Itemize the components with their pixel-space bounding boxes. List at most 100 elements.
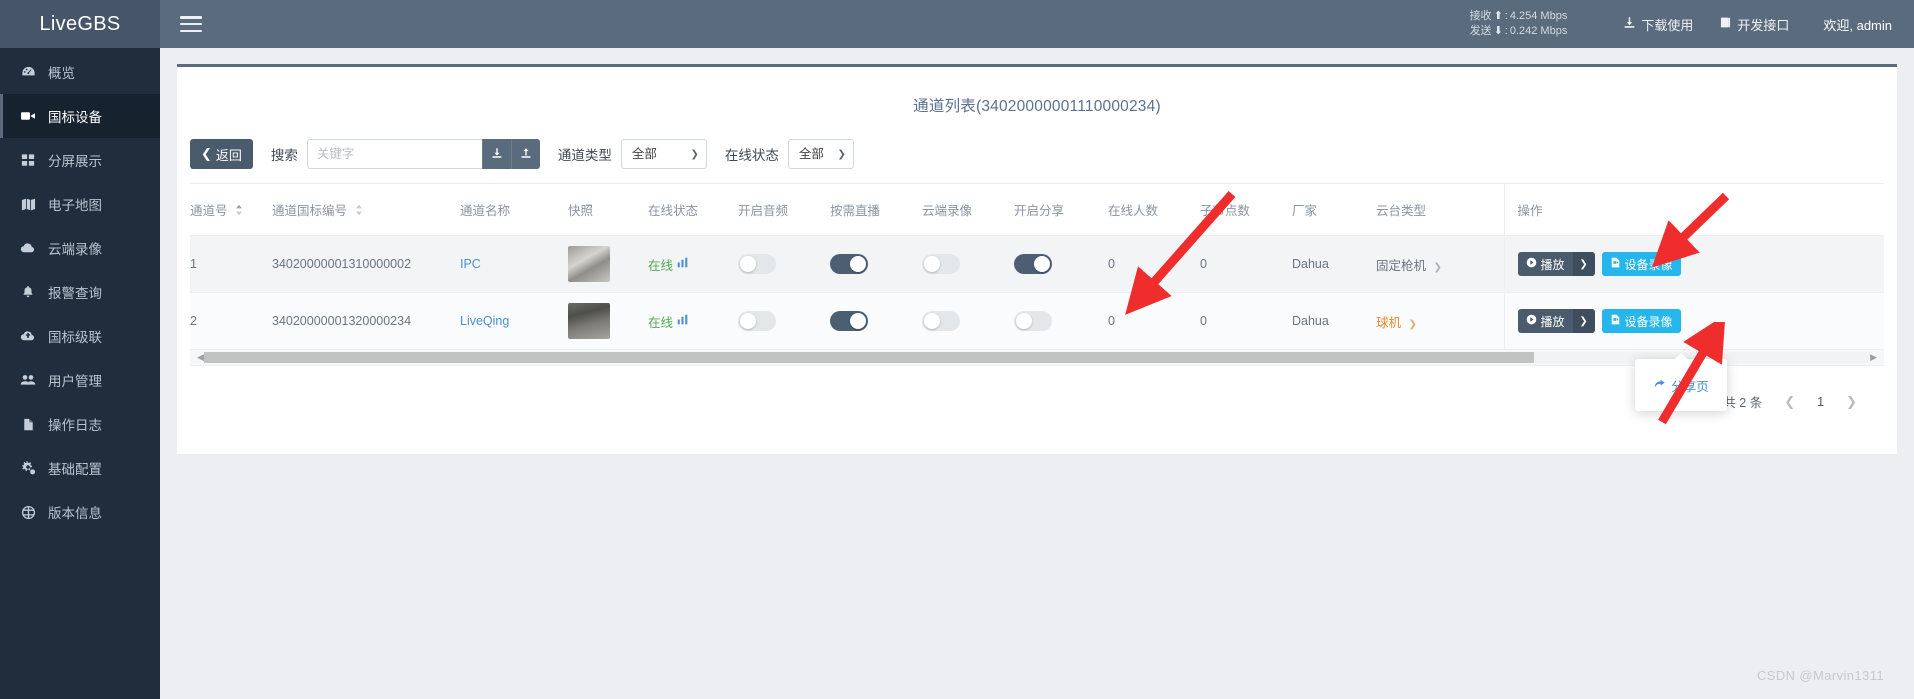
audio-toggle[interactable] — [738, 311, 776, 332]
sort-icon[interactable] — [355, 204, 363, 219]
snapshot-thumbnail[interactable] — [568, 246, 610, 283]
ptz-type-label: 球机 — [1376, 315, 1402, 330]
col-gb-id[interactable]: 通道国标编号 — [272, 184, 460, 237]
book-icon — [1719, 16, 1732, 32]
snapshot-thumbnail[interactable] — [568, 303, 610, 340]
cell-child-count: 0 — [1200, 235, 1292, 294]
hamburger-icon[interactable] — [180, 16, 202, 32]
col-audio: 开启音频 — [738, 184, 830, 237]
search-group — [306, 139, 540, 169]
table-row[interactable]: 1 34020000001310000002 IPC 在线 0 0 Dahua … — [190, 235, 1885, 294]
channel-type-select-wrap: 全部 ❯ — [620, 139, 707, 169]
table-row[interactable]: 2 34020000001320000234 LiveQing 在线 0 0 D… — [190, 292, 1885, 351]
sidebar-item-cloud-record[interactable]: 云端录像 — [0, 226, 160, 270]
scroll-left-icon[interactable]: ◀ — [197, 352, 204, 363]
device-record-button[interactable]: 设备录像 — [1601, 309, 1681, 334]
cloud-record-toggle[interactable] — [922, 311, 960, 332]
cell-on-demand-toggle — [830, 292, 922, 351]
sidebar-item-gb-cascade[interactable]: 国标级联 — [0, 314, 160, 358]
sidebar-item-split-screen[interactable]: 分屏展示 — [0, 138, 160, 182]
cell-audio-toggle — [738, 235, 830, 294]
sidebar-item-label: 操作日志 — [48, 418, 102, 433]
channel-name-link[interactable]: LiveQing — [460, 314, 509, 328]
audio-toggle[interactable] — [738, 254, 776, 275]
page-title: 通道列表(34020000001110000234) — [913, 98, 1161, 115]
cell-snapshot[interactable] — [568, 235, 648, 294]
status-label: 在线 — [648, 258, 674, 273]
cell-channel-no: 1 — [190, 235, 272, 294]
ptz-type-select[interactable]: 球机 ❯ — [1376, 316, 1417, 330]
download-usage-link[interactable]: 下载使用 — [1623, 15, 1693, 34]
bar-chart-icon[interactable] — [677, 257, 688, 271]
sidebar-item-user-management[interactable]: 用户管理 — [0, 358, 160, 402]
cell-snapshot[interactable] — [568, 292, 648, 351]
online-state-select-wrap: 全部 ❯ — [787, 139, 854, 169]
api-doc-link[interactable]: 开发接口 — [1719, 15, 1789, 34]
cloud-record-toggle[interactable] — [922, 254, 960, 275]
online-state-select[interactable]: 全部 — [787, 139, 854, 169]
send-separator: : — [1504, 25, 1508, 37]
chevron-right-icon[interactable]: ❯ — [1846, 394, 1857, 410]
menu-item-share-page[interactable]: 分享页 — [1653, 376, 1709, 395]
api-doc-label: 开发接口 — [1737, 17, 1790, 33]
import-button[interactable] — [481, 139, 511, 169]
operations-group: 播放 ❯ 设备录像 — [1517, 252, 1885, 277]
brand-logo[interactable]: LiveGBS — [0, 0, 160, 48]
device-record-button[interactable]: 设备录像 — [1601, 252, 1681, 277]
sidebar-item-operation-log[interactable]: 操作日志 — [0, 402, 160, 446]
back-button[interactable]: ❮ 返回 — [190, 139, 253, 169]
col-channel-no[interactable]: 通道号 — [190, 184, 272, 237]
play-dropdown-menu[interactable]: 分享页 — [1635, 353, 1727, 411]
search-input[interactable] — [306, 139, 482, 169]
chevron-down-icon: ❯ — [1433, 261, 1442, 273]
cloud-icon — [17, 240, 39, 256]
page-number[interactable]: 1 — [1817, 395, 1824, 409]
toolbar: ❮ 返回 搜索 通道类型 全部 — [177, 122, 1897, 169]
sidebar-item-version-info[interactable]: 版本信息 — [0, 490, 160, 534]
scrollbar-thumb[interactable] — [203, 352, 1534, 364]
sidebar-item-label: 云端录像 — [48, 242, 102, 257]
sidebar-item-label: 基础配置 — [48, 462, 102, 477]
ptz-type-select[interactable]: 固定枪机 ❯ — [1376, 259, 1442, 273]
share-toggle[interactable] — [1014, 311, 1052, 332]
user-welcome[interactable]: 欢迎, admin — [1823, 15, 1892, 34]
sidebar-item-basic-config[interactable]: 基础配置 — [0, 446, 160, 490]
download-icon — [1623, 16, 1636, 32]
topbar-right: 接收 ⬆ : 4.254 Mbps 发送 ⬇ : 0.242 Mbps 下载使用… — [1470, 9, 1914, 39]
sort-icon[interactable] — [235, 204, 243, 219]
sidebar-item-alarm-query[interactable]: 报警查询 — [0, 270, 160, 314]
play-button[interactable]: 播放 — [1517, 309, 1573, 334]
scroll-right-icon[interactable]: ▶ — [1870, 352, 1877, 363]
back-button-label: 返回 — [215, 147, 242, 163]
device-record-label: 设备录像 — [1624, 257, 1673, 272]
search-label: 搜索 — [270, 148, 298, 163]
play-dropdown-toggle[interactable]: ❯ — [1572, 252, 1595, 277]
on-demand-toggle[interactable] — [830, 254, 868, 275]
channel-type-select[interactable]: 全部 — [620, 139, 707, 169]
col-ptz-type: 云台类型 — [1376, 184, 1504, 237]
cell-online-count: 0 — [1108, 292, 1200, 351]
bar-chart-icon[interactable] — [677, 314, 688, 328]
scrollbar-track[interactable] — [203, 352, 1871, 364]
on-demand-toggle[interactable] — [830, 311, 868, 332]
cell-channel-no: 2 — [190, 292, 272, 351]
operations-group: 播放 ❯ 设备录像 — [1517, 309, 1885, 334]
sidebar-item-gb-device[interactable]: 国标设备 — [0, 94, 160, 138]
video-file-icon — [1610, 257, 1621, 271]
channel-name-link[interactable]: IPC — [460, 257, 481, 271]
cell-operations: 播放 ❯ 设备录像 — [1503, 292, 1885, 351]
channel-table-area: 通道号 通道国标编号 通道名称 快照 在线状态 开启音频 按需直播 云端录像 开… — [190, 183, 1885, 351]
sidebar-item-emap[interactable]: 电子地图 — [0, 182, 160, 226]
export-button[interactable] — [510, 139, 540, 169]
sidebar-item-overview[interactable]: 概览 — [0, 50, 160, 94]
arrow-down-icon: ⬇ — [1493, 25, 1503, 37]
play-dropdown-toggle[interactable]: ❯ — [1572, 309, 1595, 334]
col-label: 通道号 — [190, 204, 228, 218]
share-toggle[interactable] — [1014, 254, 1052, 275]
horizontal-scrollbar[interactable]: ◀ ▶ — [190, 350, 1884, 367]
play-button[interactable]: 播放 — [1517, 252, 1573, 277]
chevron-left-icon[interactable]: ❮ — [1784, 394, 1795, 410]
cell-on-demand-toggle — [830, 235, 922, 294]
table-header: 通道号 通道国标编号 通道名称 快照 在线状态 开启音频 按需直播 云端录像 开… — [190, 184, 1884, 237]
users-icon — [17, 372, 39, 388]
